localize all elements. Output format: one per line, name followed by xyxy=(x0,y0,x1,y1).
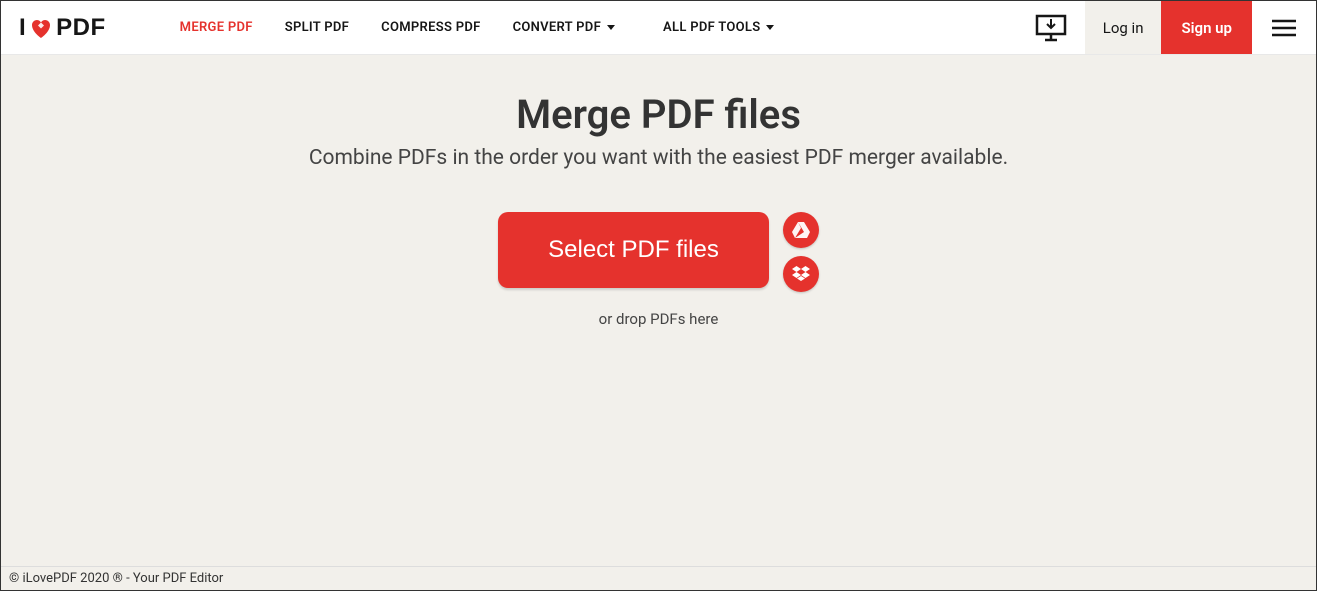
desktop-download-icon xyxy=(1035,14,1067,42)
nav-compress[interactable]: COMPRESS PDF xyxy=(365,20,496,35)
nav-all-label: ALL PDF TOOLS xyxy=(663,20,760,35)
footer: © iLovePDF 2020 ® - Your PDF Editor xyxy=(1,566,1316,590)
dropbox-icon xyxy=(792,266,810,282)
menu-button[interactable] xyxy=(1252,1,1316,54)
nav: MERGE PDF SPLIT PDF COMPRESS PDF CONVERT… xyxy=(164,20,791,35)
google-drive-icon xyxy=(792,222,810,238)
nav-convert[interactable]: CONVERT PDF xyxy=(497,20,631,35)
signup-button[interactable]: Sign up xyxy=(1161,1,1252,54)
logo-prefix: I xyxy=(19,14,26,42)
logo-suffix: PDF xyxy=(56,14,106,42)
nav-convert-label: CONVERT PDF xyxy=(513,20,601,35)
drop-text: or drop PDFs here xyxy=(1,310,1316,328)
chevron-down-icon xyxy=(607,25,615,30)
page-title: Merge PDF files xyxy=(1,91,1316,138)
chevron-down-icon xyxy=(766,25,774,30)
dropbox-button[interactable] xyxy=(783,256,819,292)
nav-split[interactable]: SPLIT PDF xyxy=(269,20,365,35)
cloud-buttons xyxy=(783,212,819,292)
copyright-text: © iLovePDF 2020 ® - Your PDF Editor xyxy=(9,571,223,586)
nav-all-tools[interactable]: ALL PDF TOOLS xyxy=(647,20,790,35)
select-files-button[interactable]: Select PDF files xyxy=(498,212,769,288)
desktop-download-button[interactable] xyxy=(1017,14,1085,42)
upload-row: Select PDF files xyxy=(498,212,819,292)
logo[interactable]: I PDF xyxy=(1,14,124,42)
google-drive-button[interactable] xyxy=(783,212,819,248)
header-right: Log in Sign up xyxy=(1017,1,1316,54)
header: I PDF MERGE PDF SPLIT PDF COMPRESS PDF C… xyxy=(1,1,1316,55)
login-button[interactable]: Log in xyxy=(1085,1,1162,54)
page-subtitle: Combine PDFs in the order you want with … xyxy=(1,146,1316,170)
heart-icon xyxy=(28,17,54,39)
nav-merge[interactable]: MERGE PDF xyxy=(164,20,269,35)
hamburger-icon xyxy=(1272,19,1296,37)
main: Merge PDF files Combine PDFs in the orde… xyxy=(1,55,1316,328)
